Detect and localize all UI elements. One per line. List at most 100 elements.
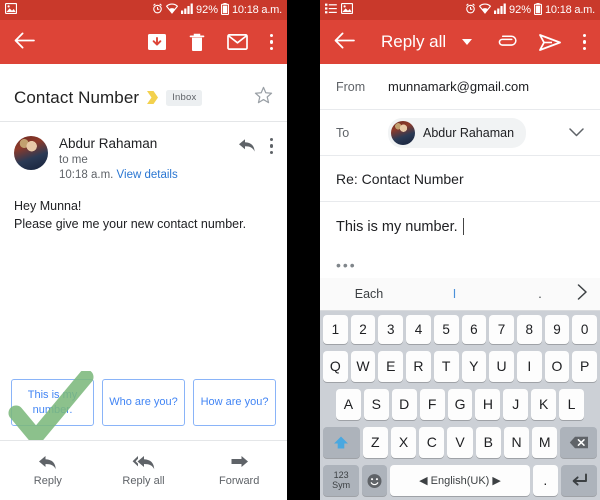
smart-reply-chip-2[interactable]: Who are you?	[102, 379, 185, 426]
symbols-key[interactable]: 123 Sym	[323, 464, 360, 496]
key-t[interactable]: T	[433, 350, 459, 382]
key-7[interactable]: 7	[489, 314, 514, 344]
message-more-vertical-icon[interactable]	[269, 138, 273, 154]
reply-all-icon	[132, 454, 156, 470]
wifi-icon	[478, 3, 492, 17]
backspace-icon[interactable]	[560, 426, 597, 458]
trash-icon[interactable]	[189, 33, 205, 52]
battery-percent: 92%	[508, 4, 532, 16]
key-z[interactable]: Z	[362, 426, 388, 458]
sender-recipient: to me	[59, 154, 88, 166]
label-chip-inbox[interactable]: Inbox	[166, 89, 203, 106]
key-f[interactable]: F	[419, 388, 445, 420]
message-actions	[238, 136, 273, 181]
text-cursor	[462, 218, 465, 235]
body-text-wrap: This is my number.	[336, 218, 584, 235]
compose-appbar-actions	[496, 33, 586, 51]
paperclip-icon[interactable]	[496, 34, 517, 50]
key-3[interactable]: 3	[378, 314, 404, 344]
key-x[interactable]: X	[390, 426, 417, 458]
caret-down-icon[interactable]	[462, 39, 473, 45]
enter-icon[interactable]	[560, 464, 598, 496]
message-body-line-2: Please give me your new contact number.	[14, 217, 247, 232]
key-d[interactable]: D	[391, 388, 417, 420]
key-s[interactable]: S	[363, 388, 389, 420]
suggestion-3[interactable]: .	[503, 287, 577, 301]
from-field-row[interactable]: From munnamark@gmail.com	[320, 64, 600, 110]
period-key[interactable]: .	[532, 464, 558, 496]
key-8[interactable]: 8	[516, 314, 542, 344]
space-key[interactable]: ◀ English(UK) ▶	[390, 464, 530, 496]
key-i[interactable]: I	[516, 350, 542, 382]
reply-button[interactable]: Reply	[0, 441, 96, 500]
from-value: munnamark@gmail.com	[388, 79, 530, 94]
key-0[interactable]: 0	[572, 314, 598, 344]
key-5[interactable]: 5	[433, 314, 459, 344]
to-field-row[interactable]: To Abdur Rahaman	[320, 110, 600, 156]
compose-body[interactable]: This is my number.	[320, 202, 600, 235]
key-6[interactable]: 6	[461, 314, 487, 344]
shift-up-icon[interactable]	[323, 426, 360, 458]
key-2[interactable]: 2	[350, 314, 376, 344]
key-4[interactable]: 4	[406, 314, 431, 344]
triangle-left-icon[interactable]: ◀	[419, 475, 427, 487]
star-outline-icon[interactable]	[254, 86, 273, 109]
key-o[interactable]: O	[544, 350, 570, 382]
key-1[interactable]: 1	[322, 314, 348, 344]
reply-all-label: Reply all	[122, 475, 165, 487]
email-appbar	[0, 20, 287, 64]
reply-label: Reply	[33, 475, 62, 487]
suggestion-2[interactable]: I	[406, 287, 503, 301]
status-bar-time: 10:18 a.m.	[545, 4, 595, 16]
key-r[interactable]: R	[406, 350, 431, 382]
chevron-down-icon[interactable]	[569, 124, 584, 141]
smart-reply-chip-3[interactable]: How are you?	[193, 379, 276, 426]
quoted-text-toggle[interactable]: •••	[336, 257, 600, 273]
keyboard-row-bottom: 123 Sym ◀ English(UK) ▶ .	[320, 461, 600, 499]
important-chevron-icon[interactable]	[146, 90, 159, 105]
suggestion-1[interactable]: Each	[332, 287, 406, 301]
key-e[interactable]: E	[378, 350, 404, 382]
mark-unread-icon[interactable]	[226, 34, 248, 50]
subject-input[interactable]: Re: Contact Number	[336, 171, 464, 187]
triangle-right-icon[interactable]: ▶	[492, 475, 500, 487]
smart-reply-chip-1[interactable]: This is my number.	[11, 379, 94, 426]
more-vertical-icon[interactable]	[269, 33, 273, 51]
key-q[interactable]: Q	[322, 350, 348, 382]
body-input[interactable]: This is my number.	[336, 219, 458, 235]
forward-button[interactable]: Forward	[191, 441, 287, 500]
key-b[interactable]: B	[475, 426, 501, 458]
key-9[interactable]: 9	[544, 314, 570, 344]
view-details-link[interactable]: View details	[117, 169, 178, 181]
key-m[interactable]: M	[532, 426, 558, 458]
chevron-right-icon[interactable]	[577, 283, 588, 305]
subject-row: Contact Number Inbox	[0, 64, 287, 121]
key-v[interactable]: V	[447, 426, 473, 458]
key-l[interactable]: L	[559, 388, 585, 420]
send-icon[interactable]	[538, 33, 561, 51]
reply-arrow-icon[interactable]	[238, 138, 256, 158]
key-h[interactable]: H	[475, 388, 501, 420]
emoji-icon[interactable]	[362, 464, 388, 496]
forward-icon	[230, 454, 249, 470]
key-g[interactable]: G	[447, 388, 473, 420]
archive-icon[interactable]	[147, 33, 167, 51]
key-a[interactable]: A	[336, 388, 361, 420]
key-k[interactable]: K	[531, 388, 557, 420]
back-arrow-icon[interactable]	[334, 31, 355, 53]
key-p[interactable]: P	[572, 350, 598, 382]
screenshot-stage: 92% 10:18 a.m. Contact Number Inbox Abdu…	[0, 0, 600, 500]
reply-all-button[interactable]: Reply all	[96, 441, 192, 500]
key-y[interactable]: Y	[461, 350, 487, 382]
back-arrow-icon[interactable]	[14, 31, 35, 53]
key-c[interactable]: C	[419, 426, 445, 458]
status-bar-left: 92% 10:18 a.m.	[0, 0, 287, 20]
subject-field-row[interactable]: Re: Contact Number	[320, 156, 600, 202]
key-u[interactable]: U	[489, 350, 514, 382]
more-vertical-icon[interactable]	[582, 33, 586, 51]
key-n[interactable]: N	[503, 426, 530, 458]
key-j[interactable]: J	[503, 388, 529, 420]
key-w[interactable]: W	[350, 350, 376, 382]
compose-panel: 92% 10:18 a.m. Reply all From munnamark@…	[320, 0, 600, 500]
recipient-chip[interactable]: Abdur Rahaman	[388, 117, 527, 148]
